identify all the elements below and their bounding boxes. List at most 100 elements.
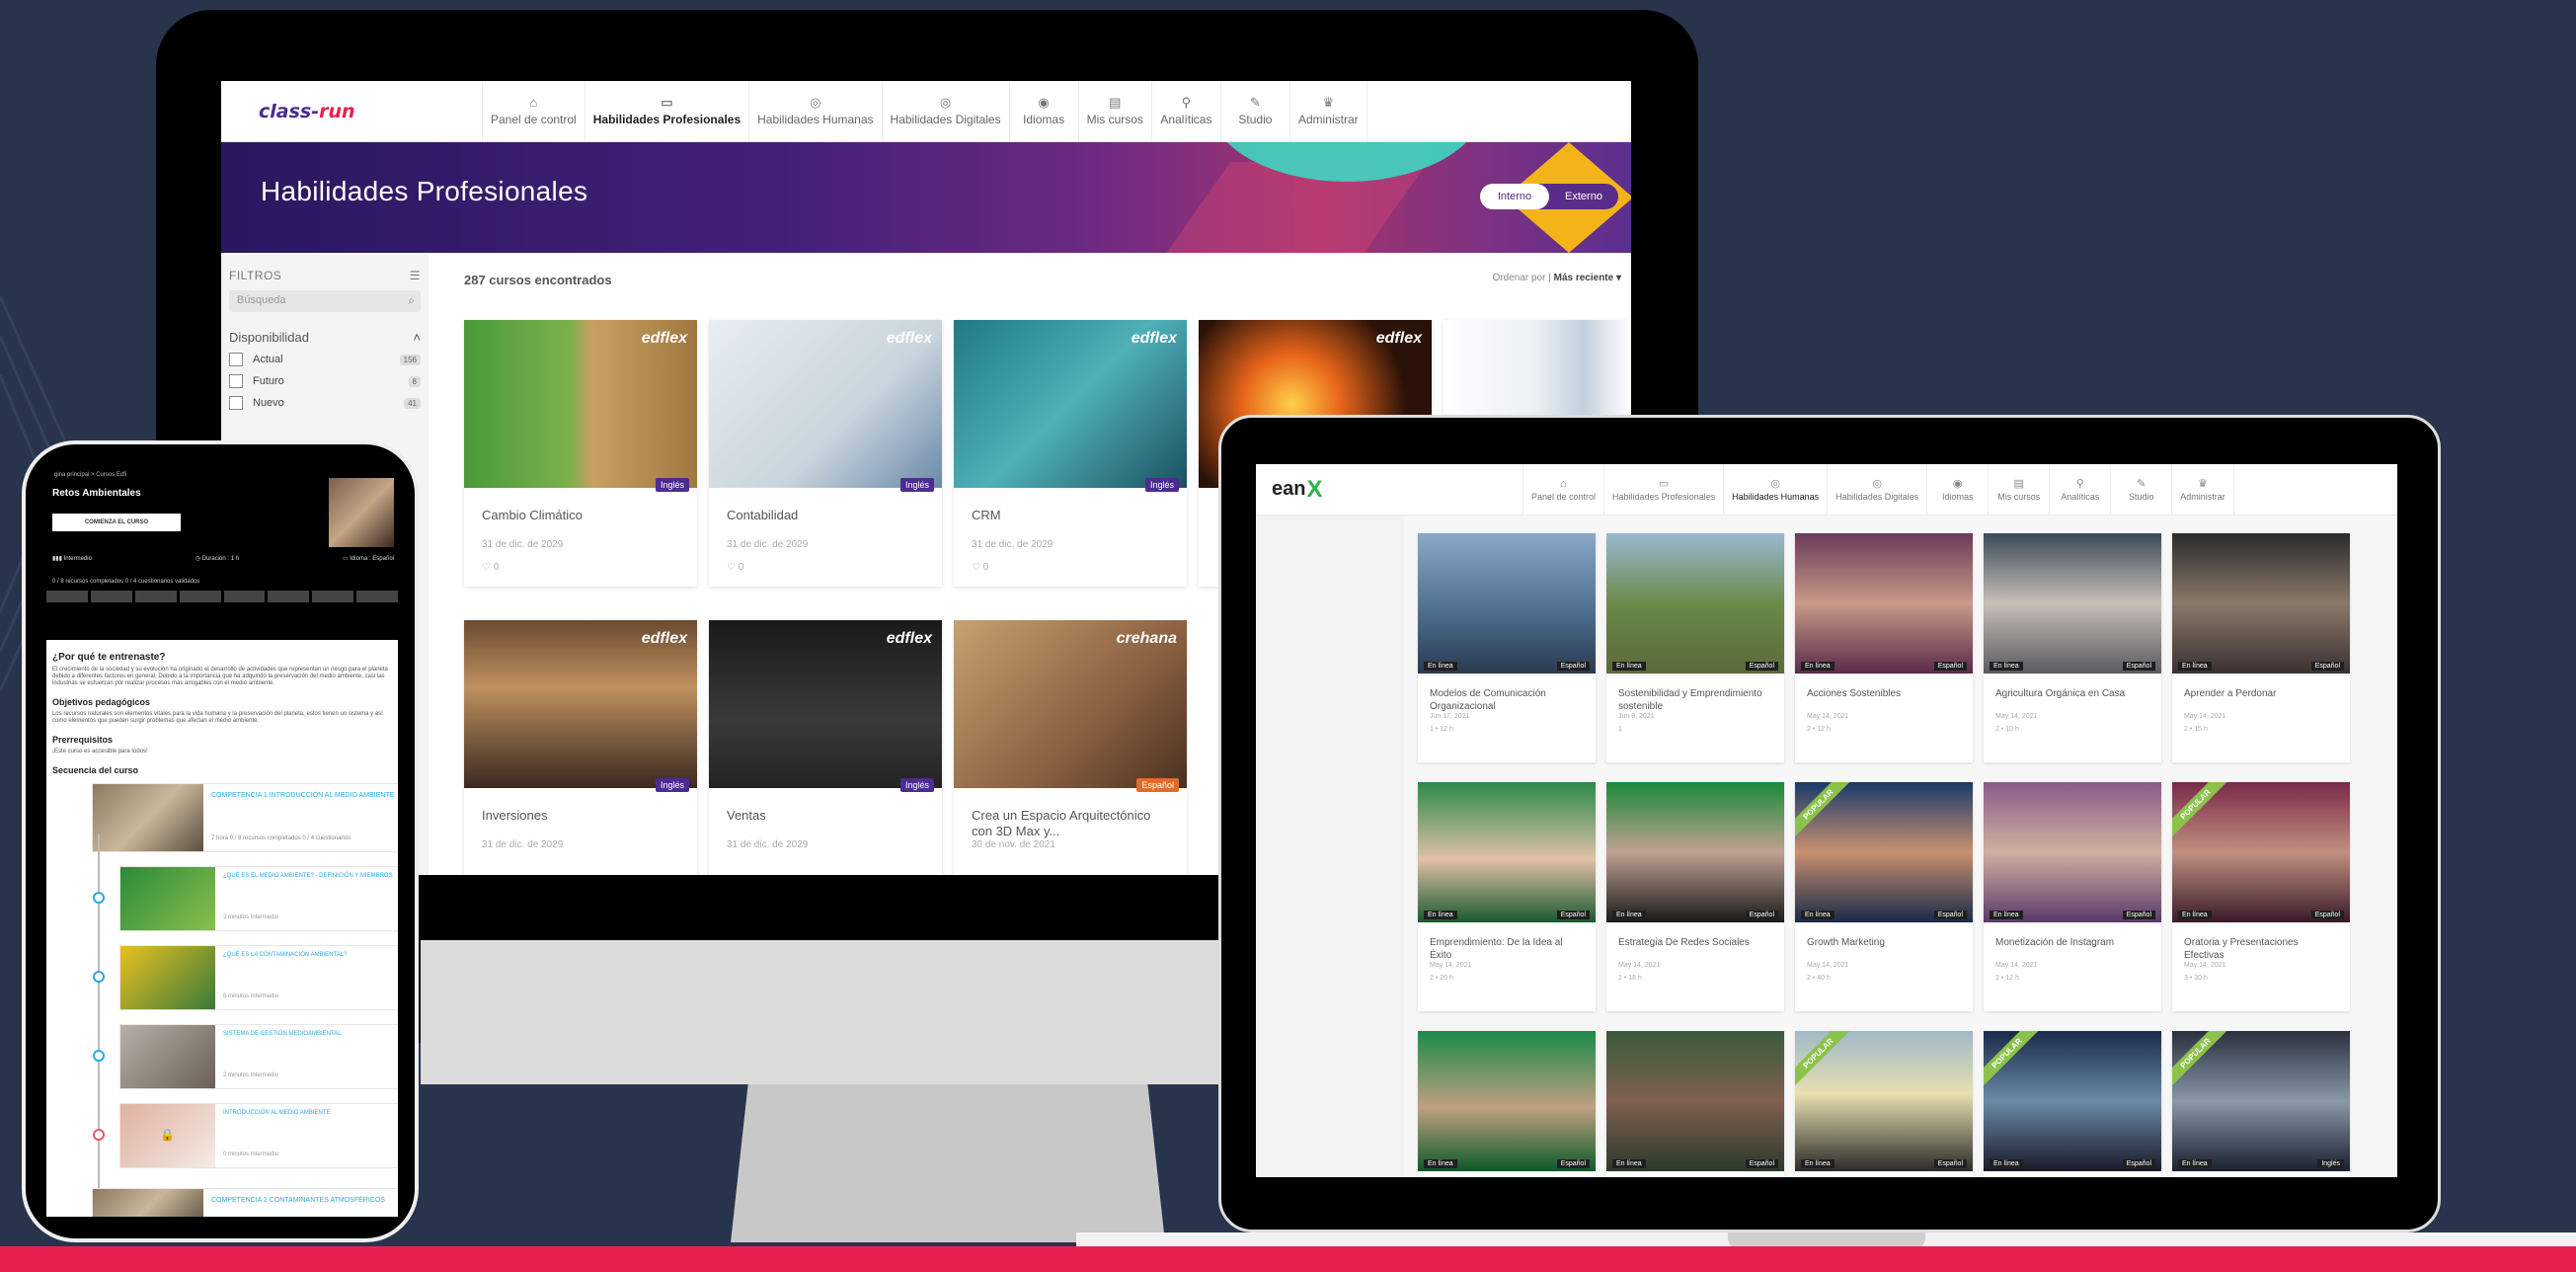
course-card[interactable]: En línea Español Monetización de Instagram… xyxy=(1984,782,2161,1011)
nav-item-6[interactable]: ⚲ Analíticas xyxy=(1150,81,1220,141)
sequence-item[interactable]: ¿QUÉ ES LA CONTAMINACIÓN AMBIENTAL? 8 min… xyxy=(119,945,398,1010)
nav-item-5[interactable]: ▤ Mis cursos xyxy=(1077,81,1151,141)
breadcrumb[interactable]: gina principal > Cursos Edfi xyxy=(54,472,126,478)
nav-item-5[interactable]: ▤ Mis cursos xyxy=(1988,464,2049,515)
course-card[interactable]: edflex Inglés CRM 31 de dic. de 2029 ♡ 0 xyxy=(954,320,1187,587)
nav-label: Idiomas xyxy=(1941,491,1974,502)
competence-card[interactable]: COMPETENCIA 1 INTRODUCCIÓN AL MEDIO AMBI… xyxy=(92,783,398,852)
provider-logo: edflex xyxy=(886,630,932,647)
filter-option-0[interactable]: Actual 156 xyxy=(229,353,421,366)
chevron-up-icon[interactable]: ˄ xyxy=(413,330,421,345)
course-card[interactable]: POPULAR En línea Español Oratoria y Present… xyxy=(2172,782,2350,1011)
course-meta: 2 • 18 h xyxy=(1618,975,1642,982)
nav-item-7[interactable]: ✎ Studio xyxy=(1219,81,1289,141)
course-card[interactable]: POPULAR En línea Español xyxy=(1984,1031,2161,1177)
item-caption: ¿QUÉ ES EL MEDIO AMBIENTE? - DEFINICIÓN … xyxy=(223,873,393,879)
course-card[interactable]: En línea Español Aprender a Perdonar May 14… xyxy=(2172,533,2350,762)
sort-value[interactable]: Más reciente ▾ xyxy=(1554,273,1621,283)
course-card[interactable]: En línea Español Agricultura Orgánica en C… xyxy=(1984,533,2161,762)
nav-item-0[interactable]: ⌂ Panel de control xyxy=(1522,464,1603,515)
nav-item-8[interactable]: ♛ Administrar xyxy=(1288,81,1367,141)
toggle-externo[interactable]: Externo xyxy=(1549,191,1618,202)
course-card[interactable]: En línea Español Sostenibilidad y Emprendi… xyxy=(1606,533,1784,762)
start-course-button[interactable]: COMIENZA EL CURSO xyxy=(52,514,181,531)
filter-option-1[interactable]: Futuro 8 xyxy=(229,374,421,388)
course-date: 31 de dic. de 2029 xyxy=(972,539,1054,550)
eanx-logo[interactable]: ean X xyxy=(1256,464,1522,515)
course-card[interactable]: edflex Inglés Inversiones 31 de dic. de 202… xyxy=(464,620,697,875)
sort-control[interactable]: Ordenar por | Más reciente ▾ xyxy=(1493,273,1621,283)
sequence-heading: Secuencia del curso xyxy=(52,765,139,775)
collapse-filters-icon[interactable]: ☰ xyxy=(410,269,421,282)
course-card[interactable]: En línea Español Acciones Sostenibles May 1… xyxy=(1795,533,1973,762)
nav-label: Administrar xyxy=(1297,113,1359,126)
course-thumbnail: En línea Español xyxy=(1606,533,1784,674)
item-caption: SISTEMA DE GESTIÓN MEDIOAMBIENTAL xyxy=(223,1031,342,1037)
nav-item-4[interactable]: ◉ Idiomas xyxy=(1926,464,1988,515)
course-thumbnail: POPULAR En línea Español xyxy=(1795,1031,1973,1171)
sequence-item[interactable]: 🔒 INTRODUCCIÓN AL MEDIO AMBIENTE 0 minutos… xyxy=(119,1103,398,1168)
bottom-accent-bar xyxy=(0,1246,2576,1272)
nav-item-3[interactable]: ◎ Habilidades Digitales xyxy=(1827,464,1926,515)
provider-logo: edflex xyxy=(886,330,932,347)
nav-item-6[interactable]: ⚲ Analíticas xyxy=(2049,464,2110,515)
nav-label: Panel de control xyxy=(491,113,577,126)
nav-item-7[interactable]: ✎ Studio xyxy=(2110,464,2171,515)
checkbox[interactable] xyxy=(229,374,243,388)
nav-item-4[interactable]: ◉ Idiomas xyxy=(1008,81,1078,141)
course-card[interactable]: En línea Español Modelos de Comunicación O… xyxy=(1418,533,1596,762)
nav-icon: ▭ xyxy=(1658,477,1670,490)
course-card[interactable]: En línea Español Emprendimiento: De la Ide… xyxy=(1418,782,1596,1011)
provider-logo: edflex xyxy=(641,330,687,347)
nav-item-1[interactable]: ▭ Habilidades Profesionales xyxy=(1603,464,1723,515)
nav-item-8[interactable]: ♛ Administrar xyxy=(2171,464,2234,515)
nav-item-2[interactable]: ◎ Habilidades Humanas xyxy=(1723,464,1827,515)
likes-count: 0 xyxy=(493,562,500,573)
item-meta: 2 minutos Intermedio xyxy=(223,914,279,920)
nav-icon: ⚲ xyxy=(2075,477,2084,490)
course-card[interactable]: crehana Español Crea un Espacio Arquitectó… xyxy=(954,620,1187,875)
nav-label: Habilidades Profesionales xyxy=(592,113,742,126)
course-card[interactable]: En línea Español xyxy=(1418,1031,1596,1177)
course-title: Crea un Espacio Arquitectónico con 3D Ma… xyxy=(972,808,1151,838)
competence-card-2[interactable]: COMPETENCIA 2 CONTAMINANTES ATMOSFÉRICOS xyxy=(92,1188,398,1217)
class-run-logo[interactable]: class-run xyxy=(221,81,482,141)
logo-text: class- xyxy=(259,100,320,122)
course-title xyxy=(1984,1171,2161,1177)
course-card[interactable]: edflex Inglés Cambio Climático 31 de dic. d… xyxy=(464,320,697,587)
course-title: Modelos de Comunicación Organizacional xyxy=(1430,688,1546,712)
source-toggle[interactable]: Interno Externo xyxy=(1480,184,1618,209)
course-card[interactable]: En línea Español Estrategia De Redes Socia… xyxy=(1606,782,1784,1011)
checkbox[interactable] xyxy=(229,353,243,366)
nav-item-0[interactable]: ⌂ Panel de control xyxy=(482,81,585,141)
logo-text: ean xyxy=(1272,478,1306,500)
provider-logo: edflex xyxy=(641,630,687,647)
course-card[interactable]: En línea Español xyxy=(1606,1031,1784,1177)
sequence-item[interactable]: SISTEMA DE GESTIÓN MEDIOAMBIENTAL 2 minut… xyxy=(119,1024,398,1089)
filter-option-2[interactable]: Nuevo 41 xyxy=(229,396,421,410)
course-card[interactable]: edflex Inglés Ventas 31 de dic. de 2029 xyxy=(709,620,942,875)
course-title xyxy=(1418,1171,1596,1177)
item-thumbnail: 🔒 xyxy=(120,1104,215,1167)
sequence-item[interactable]: ¿QUÉ ES EL MEDIO AMBIENTE? - DEFINICIÓN … xyxy=(119,866,398,931)
item-meta: 8 minutos Intermedio xyxy=(223,994,279,999)
clock-icon: ◷ xyxy=(195,556,202,562)
toggle-interno[interactable]: Interno xyxy=(1480,184,1549,209)
checkbox[interactable] xyxy=(229,396,243,410)
course-card[interactable]: edflex Inglés Contabilidad 31 de dic. de 20… xyxy=(709,320,942,587)
search-input[interactable]: Búsqueda ⌕ xyxy=(229,290,421,312)
results-count: 287 cursos encontrados xyxy=(464,273,612,287)
filter-option-label: Actual xyxy=(253,354,283,365)
language-badge: Inglés xyxy=(899,778,934,792)
nav-item-3[interactable]: ◎ Habilidades Digitales xyxy=(881,81,1009,141)
online-badge: En línea xyxy=(1424,1159,1457,1168)
course-meta: 2 • 40 h xyxy=(1807,975,1831,982)
course-card[interactable]: POPULAR En línea Inglés xyxy=(2172,1031,2350,1177)
search-icon[interactable]: ⌕ xyxy=(408,293,415,308)
course-card[interactable]: POPULAR En línea Español xyxy=(1795,1031,1973,1177)
course-card[interactable]: POPULAR En línea Español Growth Marketing Ma… xyxy=(1795,782,1973,1011)
course-title: Emprendimiento: De la Idea al Éxito xyxy=(1430,937,1563,961)
nav-item-1[interactable]: ▭ Habilidades Profesionales xyxy=(584,81,748,141)
nav-item-2[interactable]: ◎ Habilidades Humanas xyxy=(748,81,881,141)
top-nav: ean X ⌂ Panel de control ▭ Habilidades Profe… xyxy=(1256,464,2397,516)
